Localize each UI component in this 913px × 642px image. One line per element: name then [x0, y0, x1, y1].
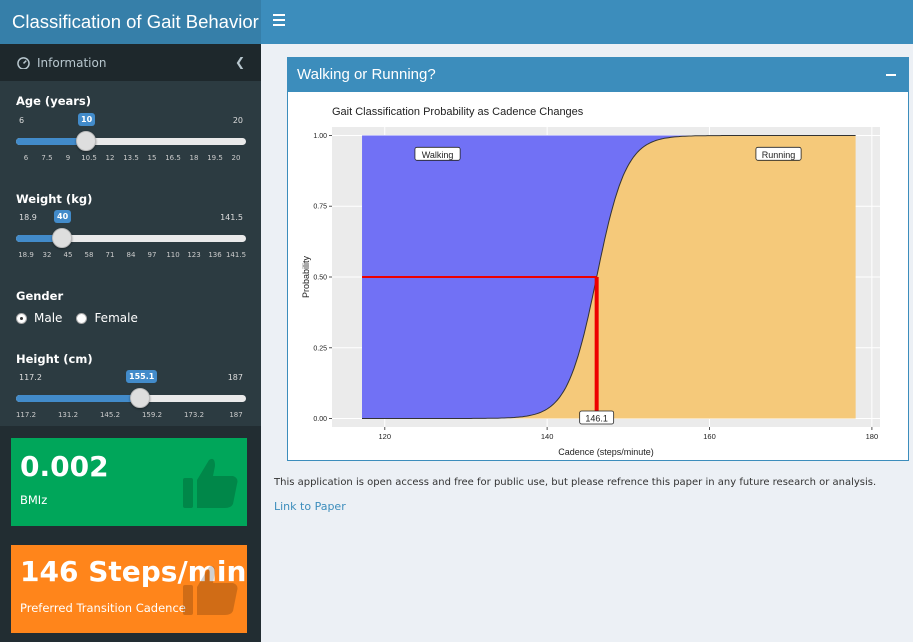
slider-tick-label: 117.2 — [15, 411, 37, 419]
radio-female-label[interactable]: Female — [94, 311, 137, 325]
collapse-icon[interactable] — [886, 74, 896, 76]
x-tick-label: 120 — [379, 432, 392, 441]
disclaimer-text: This application is open access and free… — [274, 477, 877, 488]
chart-title: Gait Classification Probability as Caden… — [332, 106, 584, 118]
x-tick-label: 140 — [541, 432, 554, 441]
slider-tick-label: 13.5 — [123, 154, 139, 162]
cadence-label: Preferred Transition Cadence — [20, 601, 186, 615]
x-tick-label: 160 — [703, 432, 716, 441]
y-tick-label: 0.50 — [313, 275, 327, 282]
chevron-left-icon[interactable]: ❮ — [235, 55, 245, 69]
thumbs-up-icon — [183, 458, 238, 508]
height-value: 155.1 — [126, 370, 158, 383]
running-label: Running — [762, 150, 796, 160]
app-title: Classification of Gait Behavior — [0, 0, 261, 44]
weight-max: 141.5 — [220, 213, 243, 222]
slider-tick-label: 123 — [187, 251, 201, 259]
header: Classification of Gait Behavior — [0, 0, 913, 44]
slider-tick-label: 6 — [23, 154, 29, 162]
sidebar-item-information[interactable]: Information ❮ — [0, 44, 261, 81]
height-min: 117.2 — [19, 373, 42, 382]
slider-tick-label: 45 — [63, 251, 73, 259]
height-label: Height (cm) — [16, 352, 93, 366]
slider-tick-label: 136 — [208, 251, 222, 259]
radio-female[interactable] — [76, 312, 88, 324]
thumbs-up-icon — [183, 565, 238, 615]
weight-slider-handle[interactable] — [52, 228, 72, 248]
age-value: 10 — [78, 113, 96, 126]
paper-link[interactable]: Link to Paper — [274, 500, 346, 513]
slider-tick-label: 16.5 — [165, 154, 181, 162]
weight-ticks: 18.9 32 45 58 71 84 97 110 123 136 141.5 — [16, 248, 247, 259]
panel-header: Walking or Running? — [288, 58, 908, 92]
slider-tick-label: 159.2 — [141, 411, 163, 419]
x-axis-label: Cadence (steps/minute) — [558, 447, 654, 457]
slider-tick-label: 97 — [147, 251, 157, 259]
transition-value-label: 146.1 — [585, 414, 608, 424]
slider-tick-label: 71 — [105, 251, 115, 259]
slider-tick-label: 15 — [147, 154, 157, 162]
y-tick-label: 0.25 — [313, 345, 327, 352]
height-slider-fill — [16, 395, 140, 402]
slider-tick-label: 145.2 — [99, 411, 121, 419]
height-max: 187 — [227, 373, 243, 382]
slider-tick-label: 7.5 — [41, 154, 53, 162]
cadence-value-box: 146 Steps/min Preferred Transition Caden… — [11, 545, 247, 633]
weight-label: Weight (kg) — [16, 192, 93, 206]
gait-probability-chart: Walking Running 146.1 0.00 0.25 0.50 0.75 1.00 1… — [301, 106, 880, 457]
age-min: 6 — [19, 116, 25, 125]
height-slider[interactable]: 117.2 187 155.1 117.2 131.2 145.2 159.2 173.… — [15, 370, 246, 423]
weight-value: 40 — [54, 210, 72, 223]
height-slider-handle[interactable] — [130, 388, 150, 408]
slider-tick-label: 20 — [231, 154, 241, 162]
y-tick-label: 1.00 — [313, 133, 327, 140]
chart-container: Walking Running 146.1 0.00 0.25 0.50 0.75 1.00 1… — [288, 93, 908, 465]
slider-tick-label: 110 — [166, 251, 180, 259]
slider-tick-label: 173.2 — [183, 411, 205, 419]
age-ticks: 6 7.5 9 10.5 12 13.5 15 16.5 18 19.5 20 — [16, 151, 246, 162]
bmiz-value: 0.002 — [20, 450, 109, 483]
slider-tick-label: 18.9 — [18, 251, 34, 259]
panel-title: Walking or Running? — [297, 66, 436, 83]
weight-slider[interactable]: 18.9 141.5 40 18.9 32 45 58 71 84 97 110 123 136 1… — [16, 210, 247, 263]
x-tick-label: 180 — [866, 432, 879, 441]
walking-label: Walking — [422, 150, 454, 160]
slider-tick-label: 131.2 — [57, 411, 79, 419]
gender-label: Gender — [16, 289, 64, 303]
y-tick-label: 0.00 — [313, 416, 327, 423]
slider-tick-label: 141.5 — [225, 251, 247, 259]
radio-male[interactable] — [16, 312, 27, 324]
age-slider[interactable]: 6 20 10 6 7.5 9 10.5 12 13.5 15 16.5 18 19.5 20 — [16, 113, 246, 166]
height-ticks: 117.2 131.2 145.2 159.2 173.2 187 — [15, 408, 246, 419]
slider-tick-label: 187 — [229, 411, 243, 419]
navbar — [261, 0, 913, 44]
gait-panel: Walking or Running? Walking Running 146.1 0… — [287, 57, 909, 461]
sidebar-toggle-icon[interactable] — [273, 14, 285, 28]
gender-radio-group: Male Female — [16, 311, 138, 325]
age-slider-handle[interactable] — [76, 131, 96, 151]
age-max: 20 — [232, 116, 243, 125]
slider-tick-label: 32 — [42, 251, 52, 259]
weight-min: 18.9 — [19, 213, 37, 222]
slider-tick-label: 9 — [65, 154, 71, 162]
dashboard-icon — [17, 57, 30, 69]
slider-tick-label: 18 — [189, 154, 199, 162]
bmiz-label: BMIz — [20, 493, 48, 507]
slider-tick-label: 58 — [84, 251, 94, 259]
y-axis-label: Probability — [301, 255, 311, 298]
input-panel: Age (years) 6 20 10 6 7.5 9 10.5 12 13.5 15 16.… — [0, 81, 261, 426]
sidebar-item-label: Information — [37, 55, 107, 70]
slider-tick-label: 12 — [105, 154, 115, 162]
radio-male-label[interactable]: Male — [34, 311, 62, 325]
y-tick-label: 0.75 — [313, 204, 327, 211]
slider-tick-label: 84 — [126, 251, 136, 259]
bmiz-value-box: 0.002 BMIz — [11, 438, 247, 526]
age-label: Age (years) — [16, 94, 92, 108]
slider-tick-label: 19.5 — [207, 154, 223, 162]
slider-tick-label: 10.5 — [81, 154, 97, 162]
